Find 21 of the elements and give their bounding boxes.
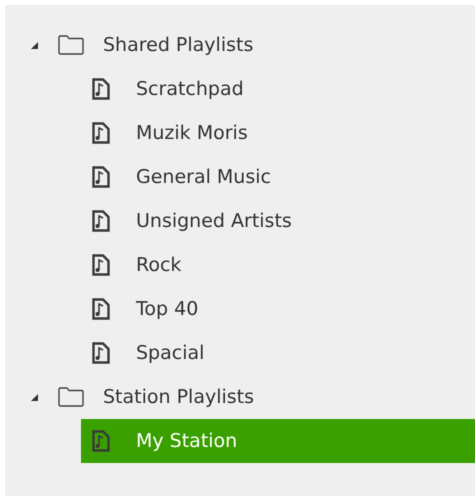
expand-triangle-icon[interactable] xyxy=(30,40,39,50)
music-file-icon xyxy=(92,298,110,320)
folder-label[interactable]: Shared Playlists xyxy=(103,34,254,56)
music-file-icon xyxy=(92,254,110,276)
playlist-item[interactable]: Scratchpad xyxy=(81,67,475,111)
expand-triangle-icon[interactable] xyxy=(30,392,39,402)
music-file-icon xyxy=(92,210,110,232)
music-file-icon xyxy=(92,430,110,452)
music-file-icon xyxy=(92,166,110,188)
folder-icon xyxy=(58,387,84,407)
playlist-item[interactable]: Rock xyxy=(81,243,475,287)
folder-label[interactable]: Station Playlists xyxy=(103,386,254,408)
playlist-item[interactable]: Muzik Moris xyxy=(81,111,475,155)
playlist-item[interactable]: Unsigned Artists xyxy=(81,199,475,243)
playlist-item[interactable]: General Music xyxy=(81,155,475,199)
folder-icon xyxy=(58,35,84,55)
music-file-icon xyxy=(92,342,110,364)
playlist-item[interactable]: Spacial xyxy=(81,331,475,375)
music-file-icon xyxy=(92,122,110,144)
music-file-icon xyxy=(92,78,110,100)
playlist-item[interactable]: Top 40 xyxy=(81,287,475,331)
